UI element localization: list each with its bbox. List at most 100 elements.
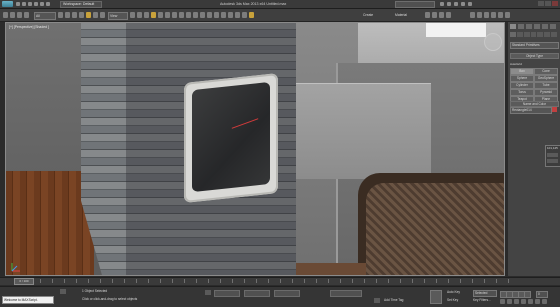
cylinder-button[interactable]: Cylinder — [510, 82, 534, 89]
ribbon-icon-10[interactable] — [505, 12, 510, 18]
sphere-button[interactable]: Sphere — [510, 75, 534, 82]
ribbon-icon-5[interactable] — [470, 12, 475, 18]
orbit-icon[interactable] — [535, 299, 540, 304]
lock-selection-icon[interactable] — [60, 289, 66, 294]
help-icon[interactable] — [468, 1, 472, 6]
new-file-icon[interactable] — [16, 1, 20, 6]
create-tab-icon[interactable] — [510, 24, 516, 29]
hierarchy-tab-icon[interactable] — [526, 24, 532, 29]
y-coordinate-field[interactable] — [244, 290, 270, 297]
set-key-button[interactable]: Set Key — [447, 298, 458, 302]
utilities-tab-icon[interactable] — [550, 24, 556, 29]
zoom-all-icon[interactable] — [507, 299, 512, 304]
viewcube-icon[interactable] — [484, 33, 502, 51]
selection-region-icon[interactable] — [72, 12, 77, 18]
floating-dialog-button[interactable] — [547, 153, 558, 157]
ribbon-icon-4[interactable] — [446, 12, 451, 18]
systems-icon[interactable] — [551, 32, 558, 37]
modify-tab-icon[interactable] — [518, 24, 524, 29]
perspective-viewport[interactable]: [+] [Perspective] [Shaded ] — [5, 22, 505, 276]
search-icon[interactable] — [440, 1, 444, 6]
reference-coordinate-dropdown[interactable]: View — [108, 12, 128, 20]
render-production-icon[interactable] — [249, 12, 254, 18]
zoom-icon[interactable] — [500, 299, 505, 304]
object-type-rollout[interactable]: Object Type — [510, 53, 559, 59]
ribbon-tab-create[interactable]: Create — [363, 13, 373, 17]
select-object-icon[interactable] — [58, 12, 63, 18]
box-button[interactable]: Box — [510, 68, 534, 75]
render-setup-icon[interactable] — [235, 12, 240, 18]
material-editor-icon[interactable] — [228, 12, 233, 18]
layer-manager-icon[interactable] — [200, 12, 205, 18]
ribbon-icon-6[interactable] — [477, 12, 482, 18]
keyboard-shortcut-icon[interactable] — [144, 12, 149, 18]
minimize-button[interactable] — [538, 1, 544, 6]
open-file-icon[interactable] — [22, 1, 26, 6]
torus-button[interactable]: Torus — [510, 89, 534, 96]
pan-icon[interactable] — [528, 299, 533, 304]
rendered-frame-window-icon[interactable] — [242, 12, 247, 18]
zoom-extents-icon[interactable] — [514, 299, 519, 304]
spinner-snap-icon[interactable] — [172, 12, 177, 18]
object-color-swatch[interactable] — [552, 107, 557, 112]
absolute-mode-icon[interactable] — [205, 290, 211, 295]
pivot-center-icon[interactable] — [130, 12, 135, 18]
save-file-icon[interactable] — [28, 1, 32, 6]
select-and-scale-icon[interactable] — [100, 12, 105, 18]
lights-icon[interactable] — [523, 32, 530, 37]
ribbon-icon-9[interactable] — [498, 12, 503, 18]
time-tag-icon[interactable] — [374, 298, 380, 303]
maximize-viewport-icon[interactable] — [542, 299, 547, 304]
go-to-end-icon[interactable] — [524, 291, 531, 298]
select-by-name-icon[interactable] — [65, 12, 70, 18]
current-frame-field[interactable]: 0 — [536, 291, 548, 298]
time-slider[interactable]: 0 / 100 — [14, 278, 34, 285]
autogrid-checkbox[interactable]: AutoGrid — [510, 62, 522, 66]
named-selection-icon[interactable] — [179, 12, 184, 18]
ribbon-icon-1[interactable] — [425, 12, 430, 18]
tube-button[interactable]: Tube — [534, 82, 558, 89]
shapes-icon[interactable] — [516, 32, 523, 37]
window-crossing-icon[interactable] — [79, 12, 84, 18]
add-time-tag-button[interactable]: Add Time Tag — [384, 298, 403, 302]
floating-dialog-button[interactable] — [547, 159, 558, 163]
manipulate-icon[interactable] — [137, 12, 142, 18]
communication-center-icon[interactable] — [454, 1, 458, 6]
mirror-icon[interactable] — [186, 12, 191, 18]
field-of-view-icon[interactable] — [521, 299, 526, 304]
select-and-rotate-icon[interactable] — [93, 12, 98, 18]
favorites-icon[interactable] — [461, 1, 465, 6]
undo-icon[interactable] — [3, 12, 8, 18]
space-warps-icon[interactable] — [544, 32, 551, 37]
redo-icon[interactable] — [40, 1, 44, 6]
subscription-icon[interactable] — [447, 1, 451, 6]
link-icon[interactable] — [17, 12, 22, 18]
helpers-icon[interactable] — [537, 32, 544, 37]
undo-icon[interactable] — [34, 1, 38, 6]
primitive-type-dropdown[interactable]: Standard Primitives — [510, 42, 559, 49]
geosphere-button[interactable]: GeoSphere — [534, 75, 558, 82]
key-filters-button[interactable]: Key Filters... — [473, 298, 491, 302]
ribbon-icon-3[interactable] — [439, 12, 444, 18]
app-logo-icon[interactable] — [2, 1, 13, 7]
auto-key-button[interactable]: Auto Key — [447, 290, 460, 294]
ribbon-icon-8[interactable] — [491, 12, 496, 18]
search-input[interactable] — [395, 1, 435, 8]
viewport-label[interactable]: [+] [Perspective] [Shaded ] — [9, 25, 49, 29]
schematic-view-icon[interactable] — [221, 12, 226, 18]
x-coordinate-field[interactable] — [214, 290, 240, 297]
angle-snap-icon[interactable] — [158, 12, 163, 18]
select-and-move-icon[interactable] — [86, 12, 91, 18]
ribbon-tab-material[interactable]: Material — [395, 13, 407, 17]
maximize-button[interactable] — [545, 1, 551, 6]
cone-button[interactable]: Cone — [534, 68, 558, 75]
set-key-mode-icon[interactable] — [430, 290, 442, 304]
workspace-dropdown[interactable]: Workspace: Default — [60, 1, 102, 8]
pyramid-button[interactable]: Pyramid — [534, 89, 558, 96]
geometry-icon[interactable] — [510, 32, 516, 37]
align-icon[interactable] — [193, 12, 198, 18]
selection-filter-dropdown[interactable]: All — [34, 12, 56, 20]
ribbon-icon-7[interactable] — [484, 12, 489, 18]
ribbon-icon-2[interactable] — [432, 12, 437, 18]
redo-icon[interactable] — [10, 12, 15, 18]
